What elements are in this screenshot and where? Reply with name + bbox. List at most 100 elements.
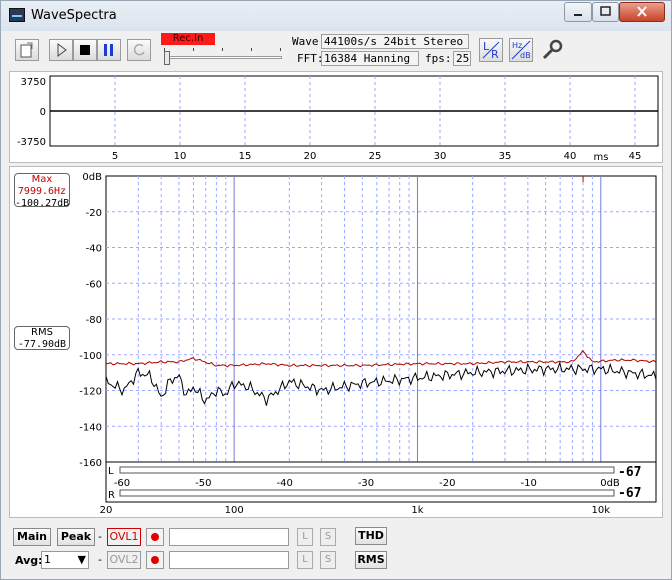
fps-value: 25 [453, 51, 471, 66]
settings-button[interactable] [540, 38, 564, 62]
meter-l-value: -67 [618, 465, 642, 480]
rms-title: RMS [31, 327, 53, 338]
spectrum-y-tick: -120 [79, 387, 102, 398]
window-title: WaveSpectra [31, 8, 117, 23]
spectrum-x-tick: 20 [100, 505, 113, 516]
spectrum-chart: 0dB -20 -40 -60 -80 -100 -120 -140 -160 20 100 1k 1… [79, 172, 657, 516]
meter-r-label: R [108, 490, 115, 501]
lr-channel-icon: L R [482, 40, 500, 61]
spectrum-y-tick: -140 [79, 422, 102, 433]
hz-db-button[interactable]: Hz dB [509, 38, 533, 62]
avg-label: Avg: [15, 554, 43, 567]
waveform-panel: 3750 0 -3750 5 10 15 20 25 30 35 40 45 m… [9, 71, 663, 163]
toolbar: Rec.In Wave: 44100s/s 24bit Stereo FFT: … [7, 33, 667, 71]
ovl2-load-button[interactable]: L [297, 551, 313, 569]
max-readout: Max 7999.6Hz -100.27dB [14, 173, 70, 209]
pause-button[interactable] [97, 39, 121, 61]
close-icon [637, 6, 647, 17]
stop-button[interactable] [73, 39, 97, 61]
ovl1-save-button[interactable]: S [320, 528, 336, 546]
bottom-controls: Main Peak - OVL1 L S Avg: 1 ▼ - OVL2 L S… [9, 521, 663, 575]
meter-tick: -60 [114, 478, 130, 489]
meter-tick: -10 [520, 478, 536, 489]
dash-separator: - [98, 530, 102, 543]
play-button[interactable] [49, 39, 73, 61]
dash-separator: - [98, 553, 102, 566]
wave-x-unit: ms [594, 152, 609, 163]
play-icon [57, 43, 67, 57]
rms-readout: RMS -77.90dB [14, 326, 70, 350]
avg-select[interactable]: 1 ▼ [41, 551, 89, 569]
ovl2-record-button[interactable] [146, 551, 164, 569]
open-file-icon [20, 42, 33, 58]
ovl1-file-field[interactable] [169, 528, 289, 546]
spectrum-y-tick: -40 [86, 244, 102, 255]
spectrum-y-tick: -20 [86, 208, 102, 219]
ovl2-save-button[interactable]: S [320, 551, 336, 569]
spectrum-y-tick: -100 [79, 351, 102, 362]
svg-text:dB: dB [520, 51, 531, 60]
avg-value: 1 [44, 553, 51, 566]
rec-level-slider[interactable] [160, 45, 286, 65]
minimize-icon [574, 14, 582, 16]
wrench-icon [542, 39, 563, 60]
slider-thumb[interactable] [164, 51, 170, 65]
meter-tick: -30 [358, 478, 374, 489]
meter-tick: -50 [195, 478, 211, 489]
meter-tick: -40 [276, 478, 292, 489]
rms-button[interactable]: RMS [355, 551, 387, 569]
spectrum-y-tick: -160 [79, 458, 102, 469]
max-level: -100.27dB [15, 198, 70, 209]
peak-button[interactable]: Peak [57, 528, 95, 546]
max-frequency: 7999.6Hz [17, 186, 67, 197]
wave-x-tick: 30 [434, 151, 447, 162]
wave-y-tick: -3750 [17, 137, 46, 148]
app-window: WaveSpectra Rec.In Wave: 44100s/s 24bit … [0, 0, 672, 580]
fps-label: fps: [425, 52, 452, 65]
wave-y-tick: 3750 [21, 77, 46, 88]
stop-icon [80, 45, 90, 55]
maximize-icon [600, 6, 611, 16]
hz-db-icon: Hz dB [511, 40, 531, 60]
open-file-button[interactable] [15, 39, 39, 61]
svg-text:Hz: Hz [512, 41, 522, 50]
wave-x-tick: 40 [564, 151, 577, 162]
close-button[interactable] [619, 2, 665, 22]
ovl1-load-button[interactable]: L [297, 528, 313, 546]
meter-l-label: L [108, 466, 114, 477]
spectrum-x-tick: 100 [225, 505, 244, 516]
spectrum-y-tick: -80 [86, 315, 102, 326]
spectrum-x-tick: 1k [411, 505, 423, 516]
waveform-chart: 3750 0 -3750 5 10 15 20 25 30 35 40 45 m… [17, 75, 659, 163]
wave-format-value: 44100s/s 24bit Stereo [321, 34, 469, 49]
fft-label: FFT: [297, 52, 324, 65]
lr-channel-button[interactable]: L R [479, 38, 503, 62]
title-bar[interactable]: WaveSpectra [1, 1, 671, 31]
ovl1-record-button[interactable] [146, 528, 164, 546]
ovl1-button[interactable]: OVL1 [107, 528, 141, 546]
spectrum-panel: Max 7999.6Hz -100.27dB RMS -77.90dB 0dB -… [9, 166, 663, 518]
main-button[interactable]: Main [13, 528, 51, 546]
max-title: Max [31, 174, 53, 185]
meter-tick: -20 [439, 478, 455, 489]
meter-tick: 0dB [600, 478, 620, 489]
loop-icon [133, 43, 145, 56]
meter-r-value: -67 [618, 486, 642, 501]
maximize-button[interactable] [592, 2, 619, 22]
wave-x-tick: 25 [369, 151, 382, 162]
chevron-down-icon: ▼ [77, 553, 86, 566]
spectrum-y-tick: -60 [86, 279, 102, 290]
app-icon [9, 8, 25, 22]
ovl2-file-field[interactable] [169, 551, 289, 569]
minimize-button[interactable] [564, 2, 592, 22]
fft-value: 16384 Hanning [321, 51, 419, 66]
ovl2-button[interactable]: OVL2 [107, 551, 141, 569]
rms-level: -77.90dB [17, 339, 67, 350]
thd-button[interactable]: THD [355, 527, 387, 545]
loop-button[interactable] [127, 39, 151, 61]
meter-r-bar [119, 489, 615, 497]
wave-y-tick: 0 [40, 107, 46, 118]
wave-x-tick: 5 [112, 151, 118, 162]
rec-input-label: Rec.In [161, 33, 215, 45]
wave-x-tick: 20 [304, 151, 317, 162]
